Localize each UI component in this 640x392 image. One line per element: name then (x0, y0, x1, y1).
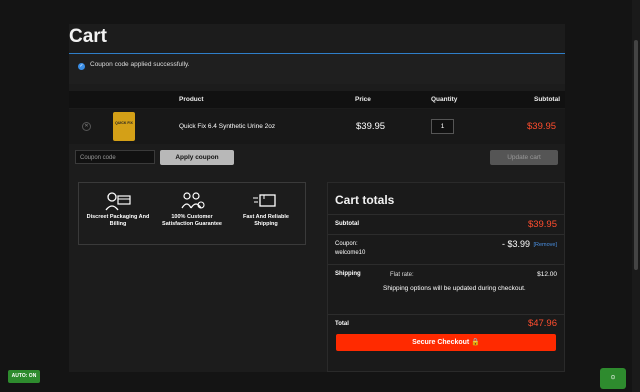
feature-label: Discreet Packaging And Billing (86, 214, 150, 227)
feature-label: 100% Customer Satisfaction Guarantee (162, 214, 222, 227)
auto-on-badge[interactable]: AUTO: ON (8, 370, 40, 383)
header-product: Product (179, 96, 204, 103)
shipping-note: Shipping options will be updated during … (383, 285, 526, 292)
coupon-row: Coupon: welcome10 - $3.99 [Remove] (328, 234, 564, 265)
subtotal-value: $39.95 (527, 219, 557, 230)
flat-rate-label: Flat rate: (390, 272, 414, 278)
subtotal-label: Subtotal (335, 221, 359, 227)
checkout-label: Secure Checkout (412, 339, 470, 346)
scrollbar-thumb[interactable] (634, 40, 638, 270)
check-icon: ✓ (78, 63, 85, 70)
cart-page: Cart ✓ Coupon code applied successfully.… (69, 24, 565, 372)
shipping-label: Shipping (335, 271, 361, 277)
feature-shipping: Fast And Reliable Shipping (231, 190, 301, 228)
feature-satisfaction: 100% Customer Satisfaction Guarantee (157, 190, 227, 228)
cart-totals-heading: Cart totals (335, 193, 395, 207)
flat-rate-value: $12.00 (537, 271, 557, 278)
features-box: Discreet Packaging And Billing 100% Cust… (78, 182, 306, 245)
header-price: Price (355, 96, 371, 103)
product-name-link[interactable]: Quick Fix 6.4 Synthetic Urine 2oz (179, 123, 275, 130)
product-image[interactable]: QUICK FIX (113, 112, 135, 141)
total-row: Total $47.96 (328, 314, 564, 333)
remove-coupon-link[interactable]: [Remove] (533, 242, 557, 248)
subtotal-row: Subtotal $39.95 (328, 214, 564, 235)
apply-coupon-button[interactable]: Apply coupon (160, 150, 234, 165)
product-image-label: QUICK FIX (115, 121, 133, 125)
remove-item-icon[interactable]: ✕ (82, 122, 91, 131)
total-label: Total (335, 321, 349, 327)
coupon-code: welcome10 (335, 250, 366, 256)
page-title: Cart (69, 26, 108, 47)
coupon-notice: ✓ Coupon code applied successfully. (69, 54, 565, 84)
header-subtotal: Subtotal (534, 96, 560, 103)
coupon-discount: - $3.99 (501, 239, 530, 249)
coupon-label: Coupon: (335, 241, 358, 247)
cart-table-header: Product Price Quantity Subtotal (69, 91, 565, 108)
notice-message: Coupon code applied successfully. (90, 61, 190, 68)
table-row: ✕ QUICK FIX Quick Fix 6.4 Synthetic Urin… (69, 109, 565, 144)
customer-satisfaction-icon (157, 190, 227, 214)
secure-checkout-button[interactable]: Secure Checkout 🔒 (336, 334, 556, 351)
feature-packaging: Discreet Packaging And Billing (83, 190, 153, 228)
coupon-code-input[interactable]: Coupon code (75, 150, 155, 164)
feature-label: Fast And Reliable Shipping (243, 214, 289, 227)
shipping-icon (231, 190, 301, 214)
update-cart-button[interactable]: Update cart (490, 150, 558, 165)
product-price: $39.95 (356, 121, 386, 132)
header-quantity: Quantity (431, 96, 458, 103)
shipping-row: Shipping Flat rate: $12.00 Shipping opti… (328, 264, 564, 315)
page-scrollbar[interactable] (632, 0, 640, 392)
product-subtotal: $39.95 (527, 121, 557, 132)
total-value: $47.96 (527, 318, 557, 329)
quantity-input[interactable]: 1 (431, 119, 454, 134)
packaging-icon (83, 190, 153, 214)
cart-totals: Cart totals Subtotal $39.95 Coupon: welc… (327, 182, 565, 372)
chat-icon[interactable]: ⊙ (600, 368, 626, 389)
lock-icon: 🔒 (471, 339, 480, 346)
